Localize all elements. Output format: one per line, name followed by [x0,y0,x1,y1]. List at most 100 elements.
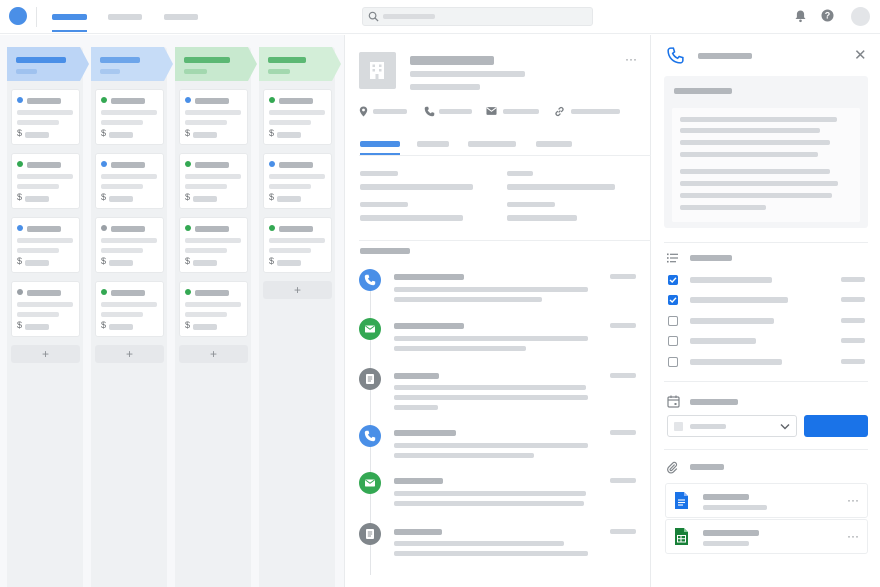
deal-card[interactable]: $ [95,281,164,337]
phone-icon[interactable] [424,106,435,117]
detail-tab-2[interactable] [417,135,449,155]
deal-card[interactable]: $ [179,153,248,209]
company-avatar [359,52,396,89]
activity-call-badge [359,269,381,291]
more-options-icon[interactable]: ··· [847,493,859,507]
deal-contact [269,248,311,253]
search-input[interactable] [382,10,582,23]
deal-card[interactable]: $ [95,89,164,145]
avatar[interactable] [851,7,870,26]
currency-symbol: $ [17,320,23,330]
notes-line [680,193,832,198]
deal-name [195,290,229,296]
activity-text [394,287,588,292]
notes-line [680,205,766,210]
checklist-item-text [690,338,756,344]
follow-up-heading [690,399,738,405]
mail-icon [365,479,375,487]
status-dot [185,161,191,167]
search-box[interactable] [362,7,593,26]
deal-value [109,260,133,266]
phone-text [439,109,472,114]
notes-line [680,128,820,133]
currency-symbol: $ [101,192,107,202]
deal-name [279,162,313,168]
mail-icon[interactable] [486,106,497,116]
deal-card[interactable]: $ [95,217,164,273]
follow-up-select[interactable] [667,415,797,437]
more-options-icon[interactable]: ··· [625,52,637,66]
deal-company [101,238,157,243]
checklist-checkbox[interactable] [668,275,678,285]
stage-header-1[interactable] [7,47,89,81]
stage-header-3[interactable] [175,47,257,81]
deal-card[interactable]: $ [11,89,80,145]
field-value [360,184,473,190]
checklist-checkbox[interactable] [668,295,678,305]
activity-time [610,373,636,378]
plus-icon: + [41,347,49,361]
checklist-checkbox[interactable] [668,357,678,367]
deal-card[interactable]: $ [263,89,332,145]
deal-card[interactable]: $ [179,281,248,337]
deal-card[interactable]: $ [263,153,332,209]
stage-count-bar [16,69,37,74]
stage-name [100,57,140,63]
deal-card[interactable]: $ [11,153,80,209]
detail-tab-1[interactable] [360,135,400,155]
currency-symbol: $ [17,192,23,202]
checklist-item-meta [841,318,865,323]
deal-name [279,98,313,104]
stage-header-4[interactable] [259,47,341,81]
stage-chevron-shape [7,47,89,81]
deal-card[interactable]: $ [179,89,248,145]
bell-icon[interactable] [794,9,807,23]
deal-company [185,174,241,179]
deal-card[interactable]: $ [11,217,80,273]
add-card-button[interactable]: + [11,345,80,363]
app-logo[interactable] [9,7,27,25]
activity-title [394,323,464,329]
company-meta [410,84,480,90]
more-options-icon[interactable]: ··· [847,529,859,543]
deal-card[interactable]: $ [179,217,248,273]
attachment-file[interactable]: ··· [665,519,868,554]
deal-value [109,324,133,330]
detail-tab-3[interactable] [468,135,516,155]
nav-tab-3[interactable] [164,0,198,34]
stage-header-2[interactable] [91,47,173,81]
activity-time [610,323,636,328]
stage-column-3: $ $ $ $ + [175,47,257,587]
status-dot [17,161,23,167]
activity-text [394,395,588,400]
link-icon[interactable] [554,106,565,117]
deal-card[interactable]: $ [263,217,332,273]
save-button[interactable] [804,415,868,437]
add-card-button[interactable]: + [95,345,164,363]
plus-icon: + [125,347,133,361]
close-icon[interactable]: ✕ [854,46,867,64]
deal-value [277,196,301,202]
deal-contact [185,184,227,189]
add-card-button[interactable]: + [263,281,332,299]
currency-symbol: $ [17,256,23,266]
section-divider [359,240,651,241]
add-card-button[interactable]: + [179,345,248,363]
help-icon[interactable]: ? [821,9,834,22]
deal-card[interactable]: $ [11,281,80,337]
checklist-checkbox[interactable] [668,316,678,326]
status-dot [101,97,107,103]
nav-tab-2[interactable] [108,0,142,34]
attachment-file[interactable]: ··· [665,483,868,518]
notes-line [680,181,838,186]
deal-card[interactable]: $ [95,153,164,209]
notes-text-area[interactable] [672,108,860,222]
nav-tab-1[interactable] [52,0,87,34]
detail-tab-4[interactable] [536,135,572,155]
attachments-heading [690,464,724,470]
activity-title [394,478,443,484]
check-icon [669,297,677,303]
field-label [507,171,533,176]
checklist-checkbox[interactable] [668,336,678,346]
activity-title [394,373,439,379]
